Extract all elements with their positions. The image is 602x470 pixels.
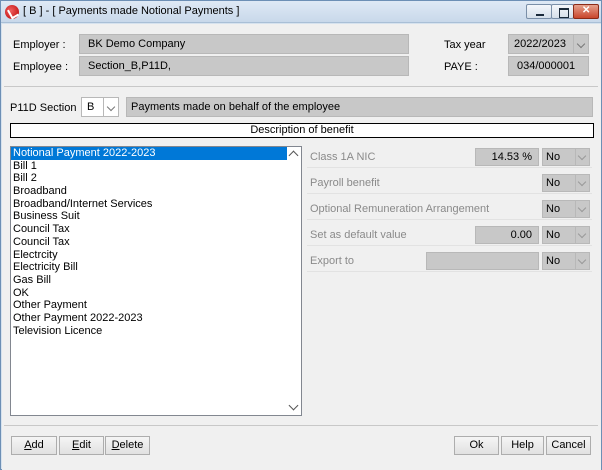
chevron-down-icon[interactable] [575, 201, 589, 217]
scroll-down-icon[interactable] [288, 400, 299, 411]
chevron-down-icon[interactable] [573, 35, 588, 53]
payroll-option: No [546, 177, 561, 189]
p11d-section-label: P11D Section [10, 102, 77, 114]
payroll-row: Payroll benefit No [307, 173, 592, 194]
chevron-down-icon[interactable] [103, 98, 118, 116]
list-item[interactable]: Other Payment [11, 299, 289, 312]
payroll-label: Payroll benefit [310, 177, 380, 189]
default-row: Set as default value 0.00 No [307, 225, 592, 246]
chevron-down-icon[interactable] [575, 149, 589, 165]
default-select[interactable]: No [542, 226, 590, 244]
list-item[interactable]: Business Suit [11, 210, 289, 223]
export-value[interactable] [426, 252, 539, 270]
section-description: Payments made on behalf of the employee [126, 97, 593, 117]
title-bar[interactable]: [ B ] - [ Payments made Notional Payment… [1, 1, 601, 23]
ok-button[interactable]: Ok [454, 436, 499, 455]
list-item[interactable]: Electrcity [11, 249, 289, 262]
window-title: [ B ] - [ Payments made Notional Payment… [23, 5, 240, 17]
list-item[interactable]: OK [11, 287, 289, 300]
export-select[interactable]: No [542, 252, 590, 270]
list-item[interactable]: Television Licence [11, 325, 289, 338]
add-button[interactable]: Add [11, 436, 57, 455]
p11d-section-select[interactable]: B [81, 97, 119, 117]
vertical-scrollbar[interactable] [287, 147, 301, 415]
minimize-button[interactable] [526, 4, 552, 19]
employer-label: Employer : [13, 39, 66, 51]
paye-field: 034/000001 [508, 56, 589, 76]
list-item[interactable]: Bill 1 [11, 160, 289, 173]
list-item[interactable]: Gas Bill [11, 274, 289, 287]
export-label: Export to [310, 255, 355, 267]
ora-label: Optional Remuneration Arrangement [310, 203, 490, 215]
edit-label: dit [79, 439, 91, 451]
chevron-down-icon[interactable] [575, 175, 589, 191]
separator [4, 86, 598, 87]
p11d-section-value: B [87, 101, 95, 113]
chevron-down-icon[interactable] [575, 253, 589, 269]
separator [4, 425, 598, 426]
list-item[interactable]: Broadband/Internet Services [11, 198, 289, 211]
list-item[interactable]: Broadband [11, 185, 289, 198]
dialog-window: [ B ] - [ Payments made Notional Payment… [0, 0, 602, 470]
list-item[interactable]: Notional Payment 2022-2023 [11, 147, 289, 160]
paye-label: PAYE : [444, 61, 478, 73]
delete-label: elete [119, 439, 144, 451]
list-item[interactable]: Council Tax [11, 236, 289, 249]
employee-field: Section_B,P11D, [79, 56, 409, 76]
ora-row: Optional Remuneration Arrangement No [307, 199, 592, 220]
dialog-content: Employer : BK Demo Company Employee : Se… [2, 24, 601, 470]
app-logo-icon [5, 5, 19, 19]
class1a-label: Class 1A NIC [310, 151, 376, 163]
cancel-button[interactable]: Cancel [546, 436, 591, 455]
class1a-select[interactable]: No [542, 148, 590, 166]
default-label: Set as default value [310, 229, 407, 241]
default-value[interactable]: 0.00 [475, 226, 539, 244]
benefit-list[interactable]: Notional Payment 2022-2023 Bill 1 Bill 2 Br… [10, 146, 302, 416]
add-mnemonic: A [24, 439, 32, 451]
tax-year-value: 2022/2023 [514, 38, 566, 50]
maximize-button[interactable] [551, 4, 574, 19]
export-option: No [546, 255, 561, 267]
class1a-option: No [546, 151, 561, 163]
list-item[interactable]: Council Tax [11, 223, 289, 236]
default-option: No [546, 229, 561, 241]
delete-mnemonic: D [111, 439, 120, 451]
payroll-select[interactable]: No [542, 174, 590, 192]
benefit-list-items: Notional Payment 2022-2023 Bill 1 Bill 2 Br… [11, 147, 301, 337]
ora-option: No [546, 203, 561, 215]
list-item[interactable]: Electricity Bill [11, 261, 289, 274]
add-label: dd [31, 439, 44, 451]
class1a-row: Class 1A NIC 14.53 % No [307, 147, 592, 168]
list-item[interactable]: Bill 2 [11, 172, 289, 185]
tax-year-label: Tax year [444, 39, 486, 51]
list-item[interactable]: Other Payment 2022-2023 [11, 312, 289, 325]
export-row: Export to No [307, 251, 592, 272]
employer-field: BK Demo Company [79, 34, 409, 54]
delete-button[interactable]: Delete [105, 436, 150, 455]
description-header: Description of benefit [10, 123, 594, 138]
help-button[interactable]: Help [501, 436, 544, 455]
edit-button[interactable]: Edit [59, 436, 104, 455]
chevron-down-icon[interactable] [575, 227, 589, 243]
scroll-up-icon[interactable] [288, 150, 299, 161]
close-button[interactable] [573, 4, 599, 19]
class1a-value[interactable]: 14.53 % [475, 148, 539, 166]
ora-select[interactable]: No [542, 200, 590, 218]
employee-label: Employee : [13, 61, 69, 73]
tax-year-select[interactable]: 2022/2023 [508, 34, 589, 54]
